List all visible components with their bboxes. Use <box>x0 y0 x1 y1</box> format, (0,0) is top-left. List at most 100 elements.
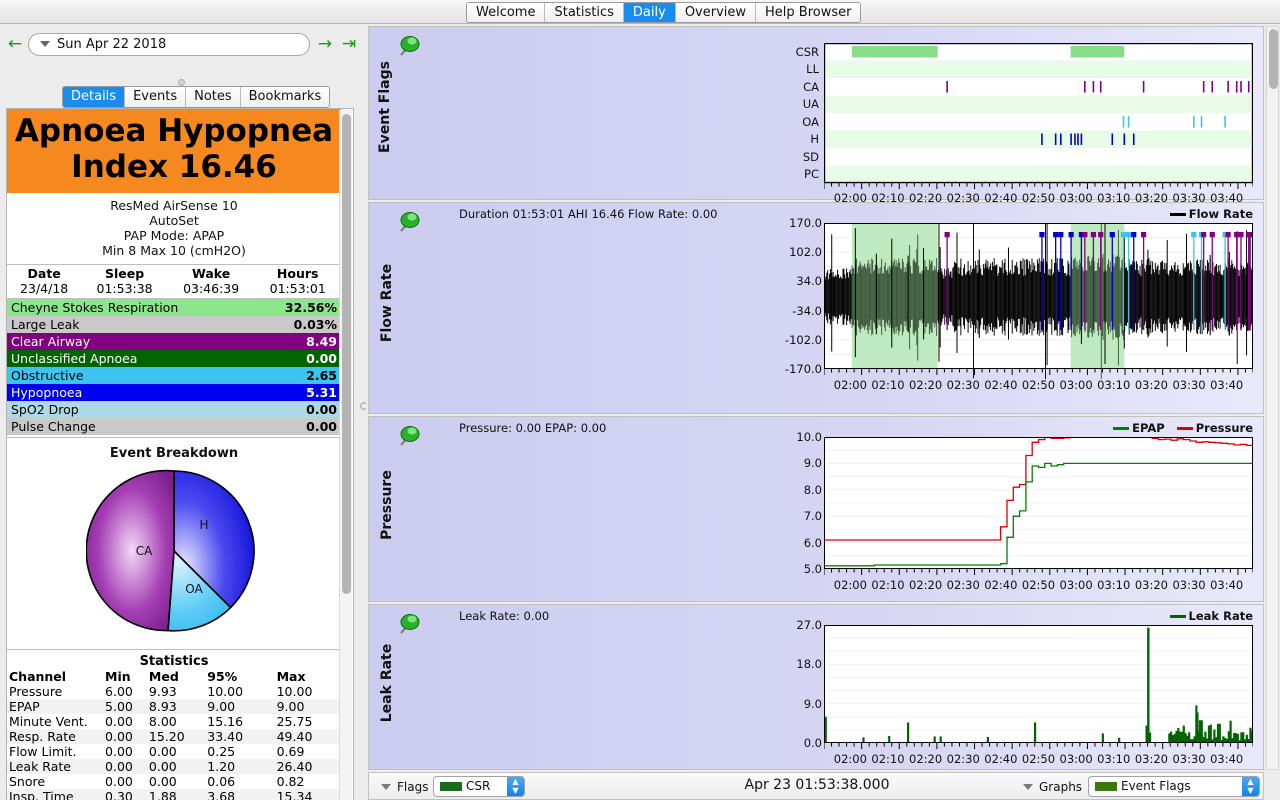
event-flag-row-ca: CA <box>803 79 819 94</box>
event-flags-plot[interactable] <box>824 43 1253 193</box>
y-tick-label: 9.0 <box>803 696 822 711</box>
event-label: Pulse Change <box>11 419 96 434</box>
ahi-title-line2: Index 16.46 <box>71 149 277 185</box>
graphs-scrollbar[interactable] <box>1266 26 1279 770</box>
event-flag-row-pc: PC <box>804 167 819 182</box>
session-summary-table: Date Sleep Wake Hours 23/4/18 01:53:38 03:46:… <box>7 265 341 298</box>
event-breakdown-pie: CA H OA <box>7 463 341 649</box>
legend-label-leak-rate: Leak Rate <box>1188 609 1253 623</box>
next-day-button[interactable]: → <box>314 35 336 55</box>
leak-rate-graph[interactable]: Leak Rate Leak Rate: 0.00 Leak Rate 27.0… <box>368 604 1264 770</box>
statistics-row: EPAP 5.00 8.93 9.00 9.00 <box>7 699 341 714</box>
y-tick-label: -170.0 <box>784 362 822 376</box>
statistics-cell: 10.00 <box>276 684 313 699</box>
statistics-cell: 1.88 <box>148 789 177 800</box>
pushpin-icon[interactable] <box>395 423 421 449</box>
details-tab-details[interactable]: Details <box>63 87 126 107</box>
event-row: Obstructive 2.65 <box>7 367 341 384</box>
statistics-header-row: Channel Min Med 95% Max <box>7 669 341 684</box>
statistics-cell: 15.16 <box>207 714 244 729</box>
details-tabs[interactable]: Details Events Notes Bookmarks <box>62 86 331 108</box>
last-day-button[interactable]: ⇥ <box>338 35 360 55</box>
event-value: 5.31 <box>306 385 337 400</box>
statistics-cell: 33.40 <box>207 729 244 744</box>
ahi-banner: Apnoea Hypopnea Index 16.46 <box>7 109 341 193</box>
graphs-caret-icon[interactable] <box>1023 784 1033 790</box>
statistics-cell: 0.00 <box>105 774 133 789</box>
statistics-cell: Minute Vent. <box>9 714 88 729</box>
y-tick-label: 27.0 <box>796 618 822 632</box>
y-tick-label: 170.0 <box>789 216 822 230</box>
event-row: Hypopnoea 5.31 <box>7 384 341 401</box>
event-row: SpO2 Drop 0.00 <box>7 401 341 418</box>
event-label: Hypopnoea <box>11 385 83 400</box>
previous-day-button[interactable]: ← <box>4 35 26 55</box>
main-tab-bar: Welcome Statistics Daily Overview Help Brows… <box>0 0 1280 24</box>
pie-label-h: H <box>199 518 208 532</box>
pushpin-icon[interactable] <box>395 209 421 235</box>
details-tab-bookmarks[interactable]: Bookmarks <box>240 87 330 107</box>
flow-rate-graph[interactable]: Flow Rate Duration 01:53:01 AHI 16.46 Fl… <box>368 202 1264 414</box>
event-row: Cheyne Stokes Respiration 32.56% <box>7 299 341 316</box>
pushpin-icon[interactable] <box>395 33 421 59</box>
tab-overview[interactable]: Overview <box>675 3 757 22</box>
event-value: 0.00 <box>306 402 337 417</box>
details-scrollbar[interactable] <box>339 110 352 800</box>
statistics-cell: 0.00 <box>105 729 133 744</box>
summary-value-3: 01:53:01 <box>269 281 326 296</box>
pie-chart-title: Event Breakdown <box>109 446 239 461</box>
panel-splitter-handle[interactable] <box>178 79 185 86</box>
date-navigation-bar: ← Sun Apr 22 2018 → ⇥ <box>0 30 362 58</box>
event-flag-row-ua: UA <box>802 97 819 112</box>
statistics-cell: Snore <box>9 774 46 789</box>
main-tabs[interactable]: Welcome Statistics Daily Overview Help Brows… <box>466 2 862 23</box>
details-scrollbar-thumb[interactable] <box>342 114 351 594</box>
event-flags-graph[interactable]: Event Flags CSR LL CA UA OA H SD PC 02:00 02:10 02… <box>368 26 1264 205</box>
graphs-label: Graphs <box>1039 780 1083 794</box>
statistics-header-0: Channel <box>9 669 67 684</box>
event-flag-row-ll: LL <box>806 62 819 77</box>
tab-welcome[interactable]: Welcome <box>467 3 546 22</box>
details-tab-events[interactable]: Events <box>125 87 187 107</box>
pushpin-icon[interactable] <box>395 611 421 637</box>
statistics-cell: 8.00 <box>148 714 177 729</box>
statistics-cell: 0.00 <box>105 714 133 729</box>
statistics-row: Insp. Time 0.30 1.88 3.68 15.34 <box>7 789 341 800</box>
flow-rate-plot[interactable] <box>824 223 1253 379</box>
event-label: Clear Airway <box>11 334 91 349</box>
tab-help-browser[interactable]: Help Browser <box>756 3 861 22</box>
legend-label-flow-rate: Flow Rate <box>1188 207 1253 221</box>
event-label: Large Leak <box>11 317 80 332</box>
date-input[interactable]: Sun Apr 22 2018 <box>28 33 310 56</box>
statistics-header-1: Min <box>105 669 131 684</box>
graphs-select[interactable]: Event Flags ▲ ▼ <box>1088 776 1260 797</box>
event-index-table: Cheyne Stokes Respiration 32.56% Large Lea… <box>7 299 341 435</box>
details-content: Apnoea Hypopnea Index 16.46 ResMed AirSe… <box>7 109 341 800</box>
pressure-plot[interactable] <box>824 437 1253 579</box>
leak-rate-plot[interactable] <box>824 625 1253 753</box>
legend-label-pressure: Pressure <box>1195 421 1253 435</box>
event-value: 32.56% <box>284 300 337 315</box>
y-tick-label: 7.0 <box>803 509 822 524</box>
session-summary-values: 23/4/18 01:53:38 03:46:39 01:53:01 <box>7 281 341 298</box>
graphs-panel: Event Flags CSR LL CA UA OA H SD PC 02:00 02:10 02… <box>366 24 1280 800</box>
statistics-cell: 0.00 <box>148 774 177 789</box>
y-tick-label: 8.0 <box>803 482 822 497</box>
pie-label-oa: OA <box>185 582 203 596</box>
statistics-title: Statistics <box>139 654 209 669</box>
chevron-down-icon[interactable] <box>40 41 50 47</box>
pressure-graph[interactable]: Pressure Pressure: 0.00 EPAP: 0.00 EPAP … <box>368 416 1264 602</box>
x-tick-label: 03:40 <box>1210 578 1244 592</box>
y-tick-label: 10.0 <box>796 430 822 444</box>
graphs-select-arrow[interactable]: ▲ ▼ <box>1242 777 1259 796</box>
legend-label-epap: EPAP <box>1132 421 1165 435</box>
details-tab-notes[interactable]: Notes <box>186 87 241 107</box>
details-scroll-area[interactable]: Apnoea Hypopnea Index 16.46 ResMed AirSe… <box>6 108 354 800</box>
y-tick-label: 18.0 <box>796 657 822 672</box>
statistics-cell: 49.40 <box>276 729 313 744</box>
tab-statistics[interactable]: Statistics <box>545 3 624 22</box>
tab-daily[interactable]: Daily <box>623 3 676 22</box>
graphs-scrollbar-thumb[interactable] <box>1269 29 1278 89</box>
pressure-y-label: Pressure <box>379 470 395 540</box>
legend-swatch-epap <box>1113 427 1130 430</box>
